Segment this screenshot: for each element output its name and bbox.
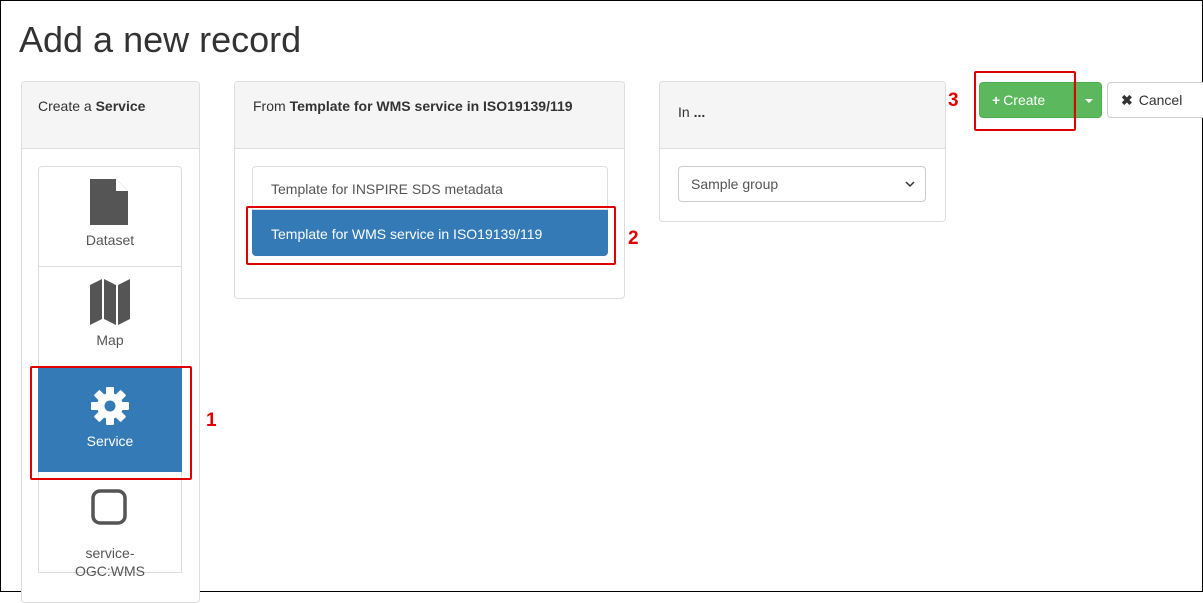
square-icon <box>39 484 181 530</box>
type-item-dataset[interactable]: Dataset <box>38 166 182 267</box>
type-item-map[interactable]: Map <box>38 267 182 368</box>
annotation-box-2 <box>246 206 616 265</box>
type-item-label-line2: OGC:WMS <box>75 563 145 579</box>
type-item-label: Map <box>96 332 124 348</box>
type-item-label: service- OGC:WMS <box>39 544 181 580</box>
annotation-number-1: 1 <box>206 410 217 431</box>
page-title: Add a new record <box>19 19 302 60</box>
template-heading: From Template for WMS service in ISO1913… <box>235 82 624 149</box>
group-panel: In ... Sample group <box>659 81 946 222</box>
chevron-down-icon <box>905 167 915 214</box>
template-panel: From Template for WMS service in ISO1913… <box>234 81 625 299</box>
group-select[interactable]: Sample group <box>678 166 926 202</box>
template-item-inspire-sds[interactable]: Template for INSPIRE SDS metadata <box>252 166 608 210</box>
record-type-heading: Create a Service <box>22 82 199 149</box>
group-heading-value: ... <box>693 104 706 120</box>
cancel-button[interactable]: ✖ Cancel <box>1107 82 1203 118</box>
map-icon <box>39 279 181 325</box>
group-heading-prefix: In <box>678 104 690 120</box>
group-heading: In ... <box>660 82 945 149</box>
annotation-box-1 <box>30 366 192 480</box>
annotation-number-3: 3 <box>948 90 959 111</box>
cancel-button-label: Cancel <box>1138 92 1183 108</box>
template-heading-prefix: From <box>253 98 286 114</box>
annotation-number-2: 2 <box>628 228 639 249</box>
group-select-value: Sample group <box>691 176 779 192</box>
file-icon <box>39 179 181 225</box>
record-type-heading-value: Service <box>95 98 146 114</box>
annotation-box-3 <box>974 71 1076 131</box>
caret-down-icon <box>1085 99 1093 103</box>
record-type-panel: Create a Service Dataset Map Service ser… <box>21 81 200 603</box>
record-type-heading-prefix: Create a <box>38 98 92 114</box>
template-heading-value: Template for WMS service in ISO19139/119 <box>289 98 573 114</box>
type-item-label-line1: service- <box>85 545 135 561</box>
type-item-service-ogc-wms[interactable]: service- OGC:WMS <box>38 472 182 579</box>
type-item-label: Dataset <box>85 232 135 248</box>
create-dropdown-toggle[interactable] <box>1075 82 1102 118</box>
close-icon: ✖ <box>1121 92 1133 108</box>
